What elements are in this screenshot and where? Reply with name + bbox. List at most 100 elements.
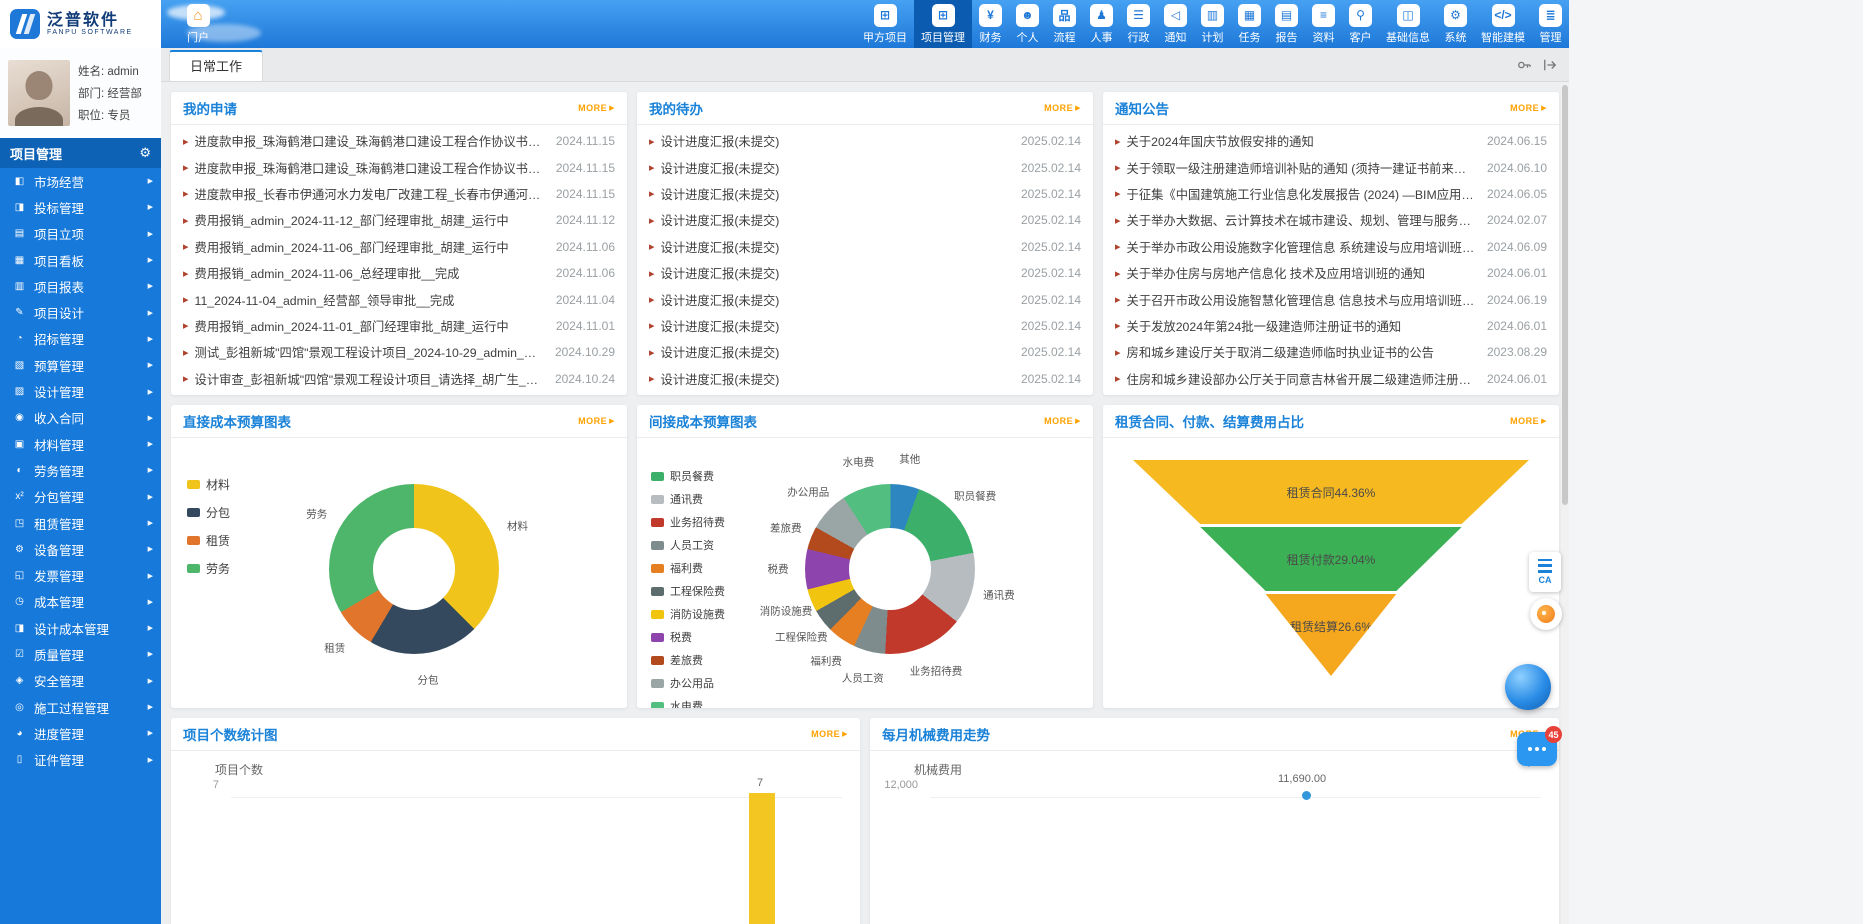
list-item[interactable]: ▸ 关于发放2024年第24批一级建造师注册证书的通知 2024.06.01	[1115, 313, 1547, 339]
sidebar-menu-item[interactable]: ◔ 招标管理 ▶	[0, 326, 161, 352]
module-item[interactable]: ▥ 计划	[1194, 0, 1231, 48]
legend-item[interactable]: 税费	[651, 629, 725, 645]
list-item[interactable]: ▸ 11_2024-11-04_admin_经营部_领导审批__完成 2024.…	[183, 286, 615, 312]
more-link[interactable]: MORE ▶	[1044, 416, 1081, 426]
module-item[interactable]: ¥ 财务	[972, 0, 1009, 48]
legend-item[interactable]: 职员餐费	[651, 468, 725, 484]
sidebar-menu-item[interactable]: x² 分包管理 ▶	[0, 484, 161, 510]
list-item[interactable]: ▸ 关于举办市政公用设施数字化管理信息 系统建设与应用培训班的通知 2024.0…	[1115, 234, 1547, 260]
module-item[interactable]: ◫ 基础信息	[1379, 0, 1437, 48]
legend-item[interactable]: 人员工资	[651, 537, 725, 553]
funnel-segment[interactable]: 租赁合同44.36%	[1133, 460, 1529, 524]
module-item[interactable]: ⊞ 甲方项目	[856, 0, 914, 48]
list-item[interactable]: ▸ 关于召开市政公用设施智慧化管理信息 信息技术与应用培训班的通知 2024.0…	[1115, 286, 1547, 312]
sidebar-menu-item[interactable]: ◈ 安全管理 ▶	[0, 668, 161, 694]
app-logo[interactable]: 泛普软件 FANPU SOFTWARE	[0, 0, 161, 48]
list-item[interactable]: ▸ 费用报销_admin_2024-11-12_部门经理审批_胡建_运行中 20…	[183, 207, 615, 233]
legend-item[interactable]: 工程保险费	[651, 583, 725, 599]
legend-item[interactable]: 水电费	[651, 698, 725, 708]
legend-item[interactable]: 福利费	[651, 560, 725, 576]
module-item[interactable]: 品 流程	[1046, 0, 1083, 48]
legend-item[interactable]: 消防设施费	[651, 606, 725, 622]
list-item[interactable]: ▸ 于征集《中国建筑施工行业信息化发展报告 (2024) —BIM应用与发展》材…	[1115, 181, 1547, 207]
module-item[interactable]: ☻ 个人	[1009, 0, 1046, 48]
module-item[interactable]: </> 智能建模	[1474, 0, 1532, 48]
list-item[interactable]: ▸ 设计审查_彭祖新城"四馆"景观工程设计项目_请选择_胡广生_2024-10-…	[183, 366, 615, 392]
list-item[interactable]: ▸ 设计进度汇报(未提交) 2025.02.14	[649, 260, 1081, 286]
list-item[interactable]: ▸ 费用报销_admin_2024-11-06_总经理审批__完成 2024.1…	[183, 260, 615, 286]
sidebar-menu-item[interactable]: ▣ 材料管理 ▶	[0, 431, 161, 457]
legend-item[interactable]: 通讯费	[651, 491, 725, 507]
list-item[interactable]: ▸ 设计进度汇报(未提交) 2025.02.14	[649, 234, 1081, 260]
sidebar-menu-item[interactable]: ▥ 项目报表 ▶	[0, 273, 161, 299]
module-item[interactable]: ◁ 通知	[1157, 0, 1194, 48]
more-link[interactable]: MORE ▶	[1044, 103, 1081, 113]
list-item[interactable]: ▸ 测试_彭祖新城"四馆"景观工程设计项目_2024-10-29_admin_结…	[183, 339, 615, 365]
module-item[interactable]: ▦ 任务	[1231, 0, 1268, 48]
legend-item[interactable]: 劳务	[187, 560, 230, 577]
list-item[interactable]: ▸ 设计进度汇报(未提交) 2025.02.14	[649, 128, 1081, 154]
list-item[interactable]: ▸ 关于举办大数据、云计算技术在城市建设、规划、管理与服务中的应用培训班... …	[1115, 207, 1547, 233]
sidebar-menu-item[interactable]: ▧ 预算管理 ▶	[0, 352, 161, 378]
sidebar-menu-item[interactable]: ◳ 租赁管理 ▶	[0, 510, 161, 536]
tab-daily-work[interactable]: 日常工作	[169, 50, 263, 81]
assistant-widget[interactable]	[1530, 598, 1562, 630]
sidebar-menu-item[interactable]: ◨ 设计成本管理 ▶	[0, 615, 161, 641]
sidebar-menu-item[interactable]: ◕ 进度管理 ▶	[0, 720, 161, 746]
sidebar-menu-item[interactable]: ☑ 质量管理 ▶	[0, 641, 161, 667]
module-item[interactable]: ⚙ 系统	[1437, 0, 1474, 48]
legend-item[interactable]: 办公用品	[651, 675, 725, 691]
module-item[interactable]: ≣ 管理	[1532, 0, 1569, 48]
module-item[interactable]: ⊞ 项目管理	[914, 0, 972, 48]
list-item[interactable]: ▸ 进度款申报_珠海鹤港口建设_珠海鹤港口建设工程合作协议书_admin_...…	[183, 128, 615, 154]
key-icon[interactable]	[1517, 58, 1531, 72]
scrollbar-thumb[interactable]	[1562, 85, 1568, 505]
list-item[interactable]: ▸ 设计进度汇报(未提交) 2025.02.14	[649, 154, 1081, 180]
sidebar-menu-item[interactable]: ▯ 证件管理 ▶	[0, 747, 161, 773]
sidebar-menu-item[interactable]: ◧ 市场经营 ▶	[0, 168, 161, 194]
list-item[interactable]: ▸ 设计进度汇报(未提交) 2025.02.14	[649, 339, 1081, 365]
list-item[interactable]: ▸ 设计进度汇报(未提交) 2025.02.14	[649, 286, 1081, 312]
sidebar-menu-item[interactable]: ▦ 项目看板 ▶	[0, 247, 161, 273]
module-item[interactable]: ⚲ 客户	[1342, 0, 1379, 48]
list-item[interactable]: ▸ 关于举办住房与房地产信息化 技术及应用培训班的通知 2024.06.01	[1115, 260, 1547, 286]
list-item[interactable]: ▸ 费用报销_admin_2024-11-06_部门经理审批_胡建_运行中 20…	[183, 234, 615, 260]
more-link[interactable]: MORE ▶	[1510, 103, 1547, 113]
list-item[interactable]: ▸ 关于2024年国庆节放假安排的通知 2024.06.15	[1115, 128, 1547, 154]
list-item[interactable]: ▸ 住房和城乡建设部办公厅关于同意吉林省开展二级建造师注册证书电子化试点... …	[1115, 366, 1547, 392]
collapse-icon[interactable]	[1543, 58, 1557, 72]
sidebar-menu-item[interactable]: ⚙ 设备管理 ▶	[0, 536, 161, 562]
legend-item[interactable]: 租赁	[187, 532, 230, 549]
list-item[interactable]: ▸ 设计进度汇报(未提交) 2025.02.14	[649, 313, 1081, 339]
sidebar-menu-item[interactable]: ▤ 项目立项 ▶	[0, 221, 161, 247]
legend-item[interactable]: 差旅费	[651, 652, 725, 668]
more-link[interactable]: MORE ▶	[578, 416, 615, 426]
legend-item[interactable]: 材料	[187, 476, 230, 493]
list-item[interactable]: ▸ 设计进度汇报(未提交) 2025.02.14	[649, 366, 1081, 392]
sidebar-menu-item[interactable]: ◉ 收入合同 ▶	[0, 405, 161, 431]
sidebar-menu-item[interactable]: ◨ 投标管理 ▶	[0, 194, 161, 220]
sidebar-menu-item[interactable]: ◱ 发票管理 ▶	[0, 562, 161, 588]
nav-portal[interactable]: ⌂ 门户	[161, 0, 235, 48]
funnel-segment[interactable]: 租赁付款29.04%	[1133, 527, 1529, 591]
gear-icon[interactable]: ⚙	[139, 145, 151, 161]
module-item[interactable]: ☰ 行政	[1120, 0, 1157, 48]
chat-button[interactable]: 45	[1517, 732, 1557, 766]
module-item[interactable]: ≡ 资料	[1305, 0, 1342, 48]
list-item[interactable]: ▸ 费用报销_admin_2024-11-01_部门经理审批_胡建_运行中 20…	[183, 313, 615, 339]
list-item[interactable]: ▸ 关于领取一级注册建造师培训补贴的通知 (须持一建证书前来领取) 2024.0…	[1115, 154, 1547, 180]
sidebar-menu-item[interactable]: ◐ 劳务管理 ▶	[0, 457, 161, 483]
more-link[interactable]: MORE ▶	[1510, 416, 1547, 426]
legend-item[interactable]: 业务招待费	[651, 514, 725, 530]
sidebar-menu-item[interactable]: ✎ 项目设计 ▶	[0, 299, 161, 325]
module-item[interactable]: ♟ 人事	[1083, 0, 1120, 48]
sidebar-menu-item[interactable]: ◷ 成本管理 ▶	[0, 589, 161, 615]
legend-item[interactable]: 分包	[187, 504, 230, 521]
sidebar-menu-item[interactable]: ▨ 设计管理 ▶	[0, 378, 161, 404]
list-item[interactable]: ▸ 设计进度汇报(未提交) 2025.02.14	[649, 207, 1081, 233]
ca-login-widget[interactable]: CA	[1529, 552, 1561, 592]
list-item[interactable]: ▸ 房和城乡建设厅关于取消二级建造师临时执业证书的公告 2023.08.29	[1115, 339, 1547, 365]
sidebar-menu-item[interactable]: ◎ 施工过程管理 ▶	[0, 694, 161, 720]
more-link[interactable]: MORE ▶	[811, 729, 848, 739]
list-item[interactable]: ▸ 进度款申报_珠海鹤港口建设_珠海鹤港口建设工程合作协议书_admin_...…	[183, 154, 615, 180]
